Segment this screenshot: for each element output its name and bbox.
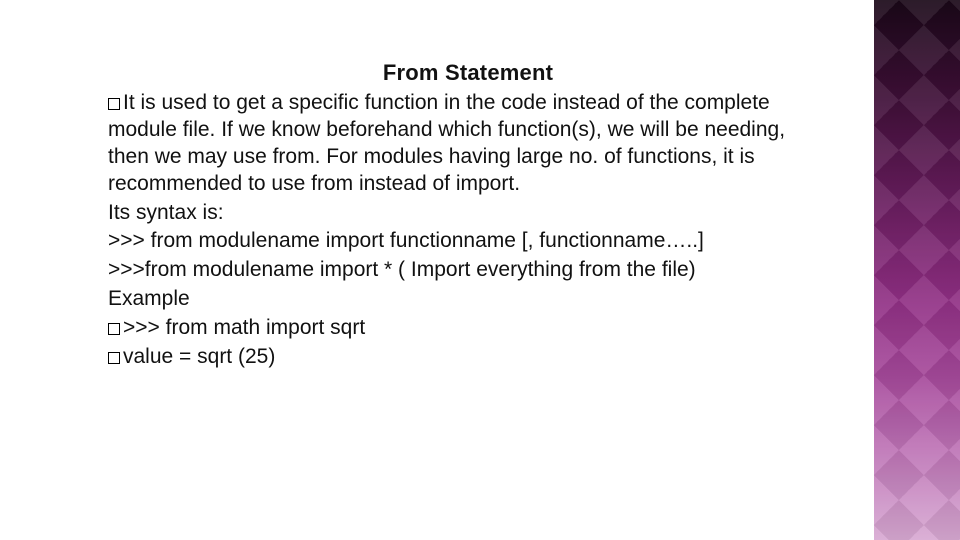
- example-line-1: >>> from math import sqrt: [108, 315, 828, 342]
- body-paragraph-1: It is used to get a specific function in…: [108, 90, 828, 198]
- example-line-1-text: >>> from math import sqrt: [123, 316, 365, 339]
- slide-content: From Statement It is used to get a speci…: [108, 60, 828, 373]
- syntax-line-1: >>> from modulename import functionname …: [108, 228, 828, 255]
- example-label: Example: [108, 286, 828, 313]
- bullet-box-icon: [108, 98, 120, 110]
- syntax-label: Its syntax is:: [108, 200, 828, 227]
- bullet-box-icon: [108, 323, 120, 335]
- bullet-box-icon: [108, 352, 120, 364]
- body-paragraph-1-text: It is used to get a specific function in…: [108, 91, 785, 195]
- decorative-band: [874, 0, 960, 540]
- slide: From Statement It is used to get a speci…: [0, 0, 960, 540]
- syntax-line-2: >>>from modulename import * ( Import eve…: [108, 257, 828, 284]
- example-line-2: value = sqrt (25): [108, 344, 828, 371]
- example-line-2-text: value = sqrt (25): [123, 345, 275, 368]
- slide-title: From Statement: [108, 60, 828, 86]
